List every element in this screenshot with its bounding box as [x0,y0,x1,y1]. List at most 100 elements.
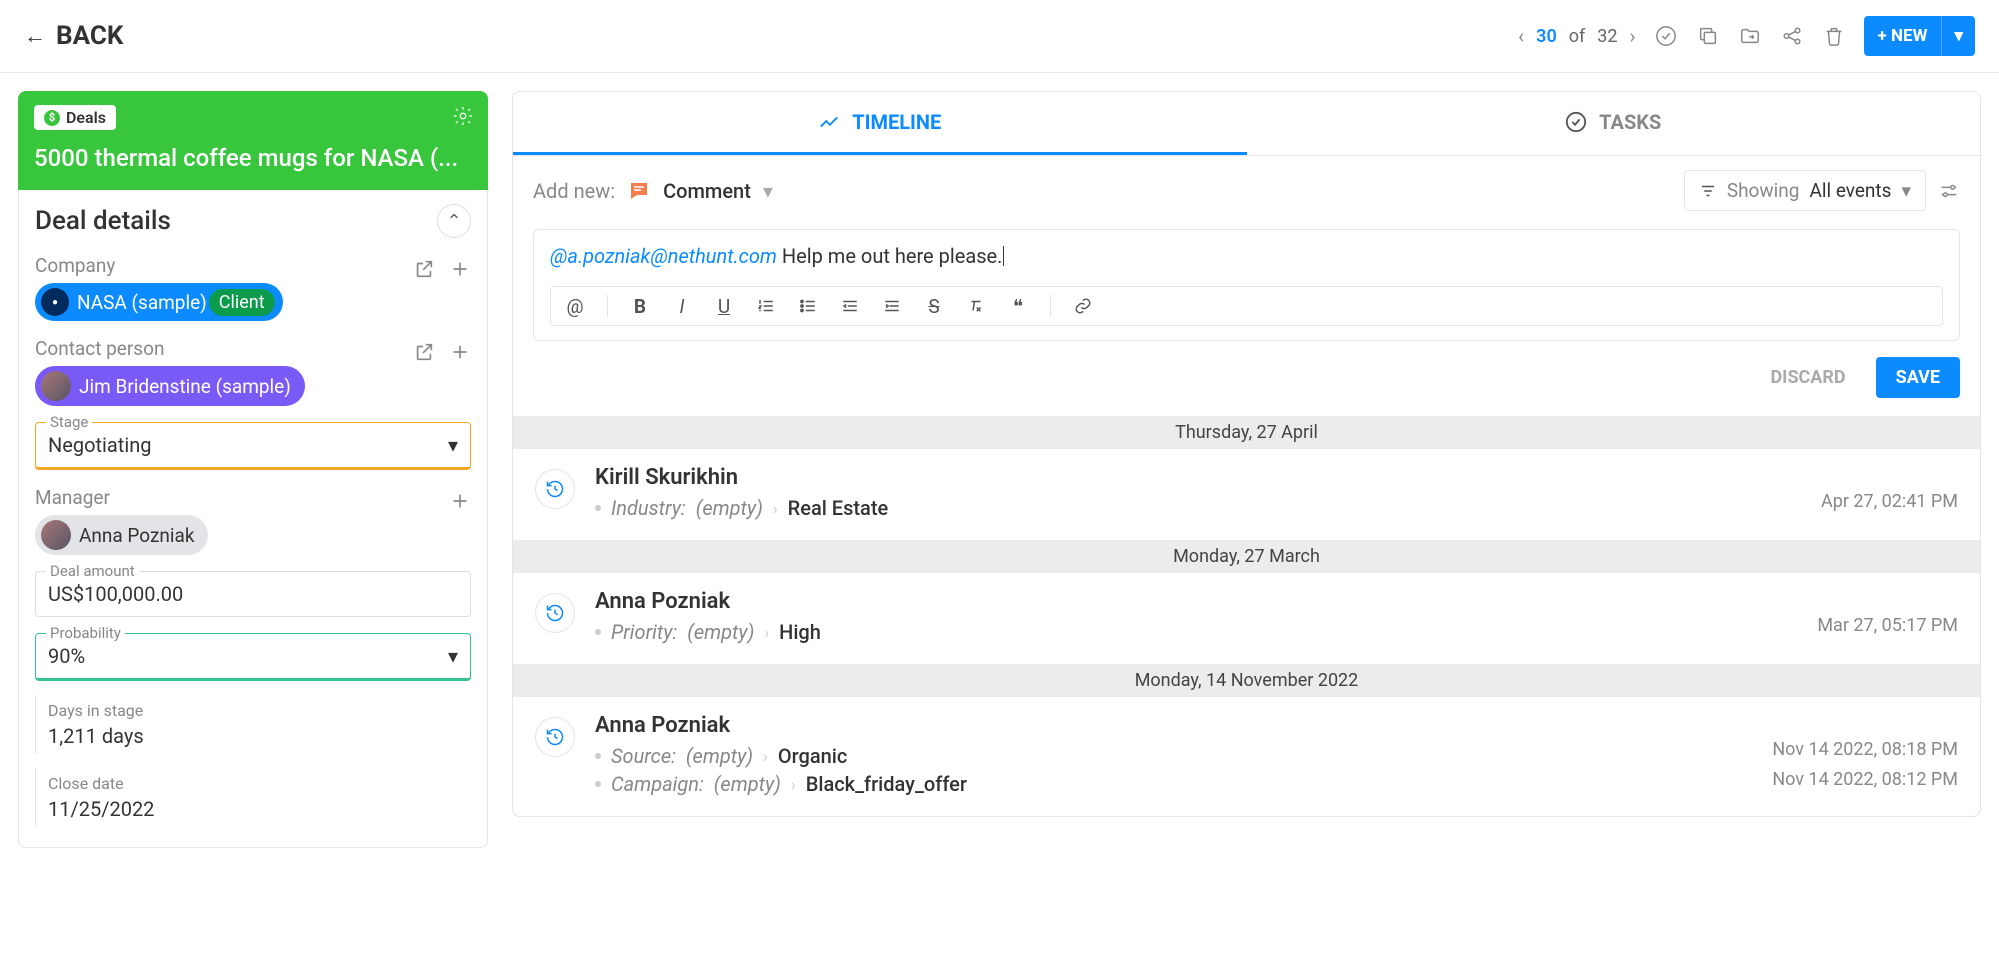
bullet-list-icon[interactable] [798,296,818,316]
tab-timeline-label: TIMELINE [852,110,941,134]
back-button[interactable]: ← BACK [24,21,123,51]
comment-icon [627,179,651,203]
pager-current: 30 [1536,26,1557,47]
composer-body: Help me out here please. [782,244,1003,268]
company-label: Company [35,254,115,277]
italic-icon[interactable]: I [672,296,692,316]
stage-value: Negotiating [48,433,151,457]
showing-value: All events [1809,179,1891,202]
indent-decrease-icon[interactable] [840,296,860,316]
showing-filter[interactable]: Showing All events ▾ [1684,170,1926,211]
manager-label: Manager [35,486,110,509]
probability-label: Probability [46,624,125,642]
header: ← BACK ‹ 30 of 32 › + NEW ▾ [0,0,1999,73]
pager-total: 32 [1597,26,1617,47]
stage-select[interactable]: Stage Negotiating ▾ [35,422,471,470]
timeline-change: Priority: (empty) › High [595,620,1958,644]
chevron-right-icon: › [773,499,778,518]
text-cursor [1003,246,1004,266]
caret-down-icon: ▾ [448,644,458,668]
company-chip[interactable]: ● NASA (sample) Client [35,283,283,321]
mention-icon[interactable]: @ [565,296,585,316]
composer-text[interactable]: @a.pozniak@nethunt.com Help me out here … [550,244,1943,268]
discard-button[interactable]: DISCARD [1756,357,1859,398]
deal-amount-input[interactable]: Deal amount US$100,000.00 [35,571,471,617]
close-date-value: 11/25/2022 [48,797,459,821]
deals-pill[interactable]: $ Deals [34,105,116,130]
details-heading: Deal details [35,206,171,236]
tab-tasks[interactable]: TASKS [1247,92,1981,155]
copy-icon[interactable] [1696,24,1720,48]
close-date-label: Close date [48,774,459,793]
timeline-item: Anna Pozniak Source: (empty) › Organic C… [513,697,1980,816]
chevron-left-icon[interactable]: ‹ [1518,24,1524,48]
manager-chip[interactable]: Anna Pozniak [35,515,208,555]
indent-increase-icon[interactable] [882,296,902,316]
trash-icon[interactable] [1822,24,1846,48]
new-type-select[interactable]: Comment [663,179,751,203]
check-circle-icon [1565,111,1587,133]
timeline-user: Anna Pozniak [595,713,1958,738]
addnew-label: Add new: [533,179,615,203]
date-separator: Thursday, 27 April [513,416,1980,449]
filter-icon [1699,182,1717,200]
timeline-change: Campaign: (empty) › Black_friday_offer [595,772,1958,796]
date-separator: Monday, 27 March [513,540,1980,573]
chevron-right-icon[interactable]: › [1630,24,1636,48]
timeline-time: Mar 27, 05:17 PM [1817,615,1958,636]
tabs: TIMELINE TASKS [512,91,1981,156]
company-avatar-icon: ● [41,288,69,316]
caret-down-icon[interactable]: ▾ [1941,16,1975,56]
collapse-button[interactable]: ⌃ [437,204,471,238]
probability-select[interactable]: Probability 90% ▾ [35,633,471,681]
chevron-right-icon: › [791,775,796,794]
pager-of: of [1569,26,1586,47]
days-in-stage-value: 1,211 days [48,724,459,748]
contact-chip[interactable]: Jim Bridenstine (sample) [35,366,305,406]
timeline-change: Industry: (empty) › Real Estate [595,496,1958,520]
save-button[interactable]: SAVE [1876,357,1960,398]
days-in-stage-field: Days in stage 1,211 days [35,695,471,754]
contact-label: Contact person [35,337,164,360]
record-pager: ‹ 30 of 32 › [1518,24,1635,48]
gear-icon[interactable] [452,105,474,127]
tab-tasks-label: TASKS [1599,110,1661,134]
timeline-change: Source: (empty) › Organic [595,744,1958,768]
link-icon[interactable] [1073,296,1093,316]
avatar [41,371,71,401]
check-circle-icon[interactable] [1654,24,1678,48]
history-icon [535,717,575,757]
timeline-user: Anna Pozniak [595,589,1958,614]
arrow-left-icon: ← [24,23,46,49]
tab-timeline[interactable]: TIMELINE [513,92,1247,155]
new-button[interactable]: + NEW ▾ [1864,16,1975,56]
company-name: NASA (sample) [77,291,207,314]
open-link-icon[interactable] [413,258,435,280]
plus-icon[interactable] [449,258,471,280]
quote-icon[interactable]: ❝ [1008,296,1028,316]
plus-icon[interactable] [449,341,471,363]
comment-composer[interactable]: @a.pozniak@nethunt.com Help me out here … [533,229,1960,341]
deal-amount-label: Deal amount [46,562,139,580]
strikethrough-icon[interactable]: S [924,296,944,316]
underline-icon[interactable]: U [714,296,734,316]
share-icon[interactable] [1780,24,1804,48]
chevron-right-icon: › [764,623,769,642]
timeline-user: Kirill Skurikhin [595,465,1958,490]
history-icon [535,593,575,633]
settings-icon[interactable] [1938,180,1960,202]
move-folder-icon[interactable] [1738,24,1762,48]
plus-icon[interactable] [449,490,471,512]
main-panel: TIMELINE TASKS Add new: Comment ▾ Showin [512,91,1981,848]
clear-format-icon[interactable] [966,296,986,316]
bold-icon[interactable]: B [630,296,650,316]
caret-down-icon[interactable]: ▾ [763,179,773,203]
back-label: BACK [56,21,123,51]
timeline-time: Apr 27, 02:41 PM [1821,491,1958,512]
deals-pill-label: Deals [66,108,106,127]
addnew-row: Add new: Comment ▾ Showing All events ▾ [513,156,1980,225]
open-link-icon[interactable] [413,341,435,363]
timeline-item: Kirill Skurikhin Industry: (empty) › Rea… [513,449,1980,540]
close-date-field[interactable]: Close date 11/25/2022 [35,768,471,827]
ordered-list-icon[interactable] [756,296,776,316]
